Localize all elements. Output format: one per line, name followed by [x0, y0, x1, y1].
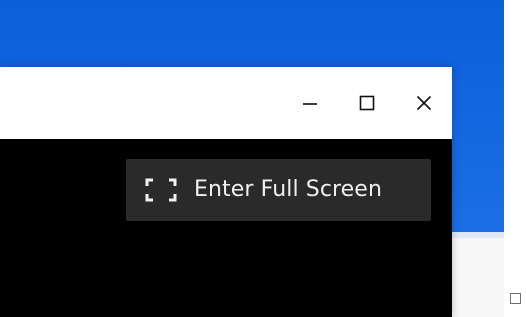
minimize-icon	[301, 94, 319, 112]
close-icon	[415, 94, 433, 112]
enter-fullscreen-button[interactable]: Enter Full Screen	[126, 159, 431, 221]
window-controls	[281, 67, 452, 139]
maximize-icon	[358, 94, 376, 112]
minimize-button[interactable]	[281, 67, 338, 139]
window-titlebar	[0, 67, 452, 139]
video-content-area: Enter Full Screen	[0, 139, 452, 317]
fullscreen-icon	[144, 178, 178, 202]
maximize-button[interactable]	[338, 67, 395, 139]
enter-fullscreen-label: Enter Full Screen	[194, 177, 382, 202]
close-button[interactable]	[395, 67, 452, 139]
screen-right-strip	[504, 0, 526, 317]
app-window: Enter Full Screen	[0, 67, 452, 317]
small-square-icon	[510, 293, 521, 304]
